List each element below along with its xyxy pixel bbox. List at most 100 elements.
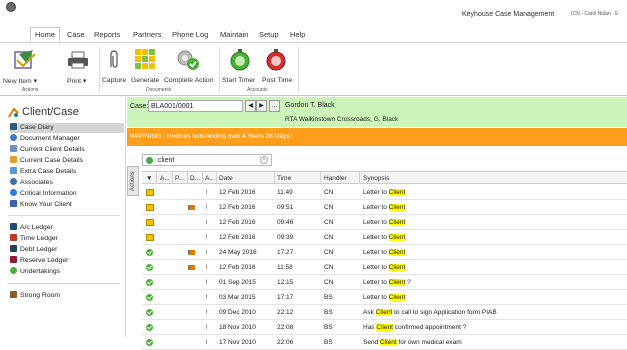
case-code-field[interactable]: BLA001/0001 [148,100,243,112]
row-synopsis: Send Client for own medical exam [363,339,462,346]
sidebar-item-know-your-client[interactable]: Know Your Client [10,200,124,210]
sidebar: Client/Case Case Diary Document Manager … [0,97,126,337]
complete-tick-icon [146,264,153,271]
row-handler: BS [324,294,333,301]
tab-reports[interactable]: Reports [94,30,120,39]
synopsis-text: Ask [363,309,376,316]
table-row[interactable]: ⌇ 09 Dec 2010 22:12 BS Ask Client to call to… [142,306,627,320]
table-row[interactable]: ⌇ 12 Feb 2016 09:51 CN Letter to Client [142,201,627,215]
table-row[interactable]: ⌇ 24 May 2016 17:27 CN Letter to Client [142,246,627,260]
new-item-button[interactable]: New Item ▾ [3,77,37,85]
col-p[interactable]: P... [175,175,184,182]
synopsis-text: Letter to [363,219,389,226]
attachment-icon: ⌇ [205,235,208,241]
synopsis-text: Letter to [363,294,389,301]
tab-home[interactable]: Home [30,27,61,42]
document-icon [146,204,154,211]
app-icon[interactable] [6,2,16,12]
row-handler: CN [324,204,334,211]
row-handler: BS [324,309,333,316]
sidebar-item-ac-ledger[interactable]: A/c Ledger [10,223,124,233]
sidebar-item-strong-room[interactable]: Strong Room [10,291,124,301]
undertakings-icon [10,267,17,274]
synopsis-text: for own medical exam [396,339,462,346]
sidebar-item-undertakings[interactable]: Undertakings [10,267,124,277]
row-date: 12 Feb 2016 [219,189,256,196]
table-row[interactable]: ⌇ 18 Nov 2010 22:08 BS Has Client confirmed … [142,321,627,335]
row-time: 22:08 [277,324,294,331]
actions-side-tab[interactable]: Actions [127,166,139,196]
col-d[interactable]: D... [190,175,200,182]
case-prev-button[interactable]: ◀ [245,100,256,112]
tab-help[interactable]: Help [290,30,305,39]
table-row[interactable]: ⌇ 12 Feb 2016 11:58 CN Letter to Client [142,261,627,275]
col-a2[interactable]: A... [205,175,215,182]
print-button[interactable]: Print ▾ [67,77,86,85]
sidebar-item-document-manager[interactable]: Document Manager [10,134,124,144]
start-timer-button[interactable]: Start Timer [222,77,255,84]
generate-button[interactable]: Generate [131,77,159,84]
case-browse-button[interactable]: … [269,100,280,112]
table-row[interactable]: ⌇ 01 Sep 2015 12:15 CN Letter to Client ? [142,276,627,290]
print-icon[interactable] [67,51,89,69]
row-synopsis: Letter to Client [363,249,406,256]
sidebar-item-extra-case-details[interactable]: Extra Case Details [10,167,124,177]
generate-icon[interactable] [134,48,156,70]
row-date: 12 Feb 2016 [219,204,256,211]
new-item-icon[interactable] [13,48,37,70]
critical-information-icon [10,189,17,196]
row-date: 18 Nov 2010 [219,324,256,331]
col-handler[interactable]: Handler [324,175,347,182]
row-time: 22:06 [277,339,294,346]
row-handler: BS [324,339,333,346]
row-synopsis: Letter to Client [363,234,406,241]
filter-icon[interactable]: ▼ [146,175,152,182]
tab-setup[interactable]: Setup [259,30,279,39]
paperclip-icon[interactable] [107,49,119,71]
clear-search-icon[interactable]: × [260,156,268,164]
search-input[interactable]: client × [142,154,272,166]
tab-partners[interactable]: Partners [133,30,161,39]
row-handler: CN [324,249,334,256]
tab-maintain[interactable]: Maintain [220,30,248,39]
sidebar-item-critical-information[interactable]: Critical Information [10,189,124,199]
row-time: 17:17 [277,294,294,301]
search-highlight: Client [375,309,393,316]
documents-group-label: Documents [146,87,172,93]
table-row[interactable]: ⌇ 12 Feb 2016 11:49 CN Letter to Client [142,186,627,200]
row-synopsis: Letter to Client [363,204,406,211]
tab-phone-log[interactable]: Phone Log [172,30,208,39]
tab-case[interactable]: Case [67,30,85,39]
complete-action-icon[interactable] [176,49,200,71]
col-time[interactable]: Time [277,175,291,182]
capture-button[interactable]: Capture [102,77,126,84]
post-time-button[interactable]: Post Time [262,77,292,84]
case-diary-icon [10,123,17,130]
col-date[interactable]: Date [219,175,233,182]
case-next-button[interactable]: ▶ [256,100,267,112]
row-date: 17 Nov 2010 [219,339,256,346]
row-date: 03 Mar 2015 [219,294,256,301]
col-a1[interactable]: A... [160,175,170,182]
col-synopsis[interactable]: Synopsis [363,175,389,182]
table-row[interactable]: ⌇ 12 Feb 2016 09:39 CN Letter to Client [142,231,627,245]
sidebar-item-case-diary[interactable]: Case Diary [10,123,124,133]
sidebar-item-associates[interactable]: Associates [10,178,124,188]
start-timer-icon[interactable] [229,49,251,71]
table-row[interactable]: ⌇ 03 Mar 2015 17:17 BS Letter to Client [142,291,627,305]
document-icon [146,234,154,241]
search-icon [146,157,153,164]
sidebar-item-current-client-details[interactable]: Current Client Details [10,145,124,155]
complete-action-button[interactable]: Complete Action [164,77,214,84]
row-time: 11:49 [277,189,293,196]
table-row[interactable]: ⌇ 17 Nov 2010 22:06 BS Send Client for own m… [142,336,627,350]
row-date: 01 Sep 2015 [219,279,256,286]
sidebar-item-debt-ledger[interactable]: Debt Ledger [10,245,124,255]
synopsis-text: Letter to [363,189,389,196]
sidebar-item-current-case-details[interactable]: Current Case Details [10,156,124,166]
client-name: Gordon T. Black [285,102,335,109]
post-time-icon[interactable] [265,49,287,71]
sidebar-item-reserve-ledger[interactable]: Reserve Ledger [10,256,124,266]
table-row[interactable]: ⌇ 12 Feb 2016 09:46 CN Letter to Client [142,216,627,230]
sidebar-item-time-ledger[interactable]: Time Ledger [10,234,124,244]
